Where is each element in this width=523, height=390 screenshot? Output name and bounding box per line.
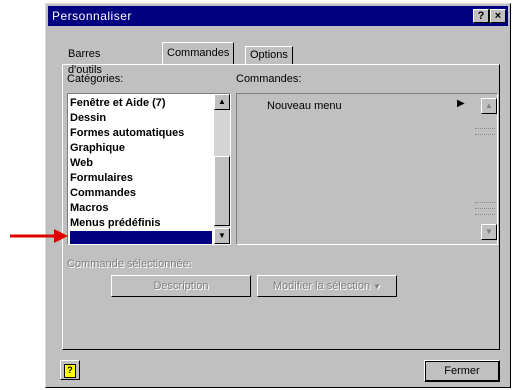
close-button[interactable]: Fermer <box>424 360 500 382</box>
scroll-up-icon[interactable]: ▲ <box>214 94 230 110</box>
help-assistant-button[interactable]: ? <box>60 360 80 380</box>
categories-label: Catégories: <box>67 73 124 85</box>
categories-scrollbar[interactable]: ▲ ▼ <box>214 94 230 244</box>
tab-commands[interactable]: Commandes <box>162 42 235 65</box>
divider <box>475 214 495 215</box>
commands-label: Commandes: <box>236 73 302 85</box>
categories-list[interactable]: Fenêtre et Aide (7) Dessin Formes automa… <box>67 93 231 245</box>
list-item[interactable]: Macros <box>70 201 109 216</box>
divider <box>475 128 495 129</box>
title-bar: Personnaliser ? × <box>48 6 508 26</box>
list-item[interactable]: Dessin <box>70 111 106 126</box>
list-item[interactable]: Menus prédéfinis <box>70 216 160 231</box>
list-item[interactable]: Fenêtre et Aide (7) <box>70 96 166 111</box>
divider <box>475 208 495 209</box>
list-item[interactable]: Formulaires <box>70 171 133 186</box>
submenu-arrow-icon: ▶ <box>457 98 465 109</box>
modify-selection-button[interactable]: Modifier la sélection ▼ <box>257 275 397 297</box>
scroll-down-icon[interactable]: ▼ <box>214 228 230 244</box>
list-item[interactable]: Formes automatiques <box>70 126 184 141</box>
list-item[interactable]: Commandes <box>70 186 136 201</box>
scroll-down-icon[interactable]: ▼ <box>481 224 497 240</box>
list-item[interactable]: Web <box>70 156 93 171</box>
close-icon[interactable]: × <box>490 9 506 23</box>
help-icon: ? <box>64 364 76 378</box>
tab-options[interactable]: Options <box>245 46 293 65</box>
list-item-selected[interactable]: Nouveau menu <box>70 231 212 244</box>
modify-selection-label: Modifier la sélection <box>272 280 371 292</box>
commands-scrollbar[interactable]: ▲ ▼ <box>481 94 497 244</box>
annotation-arrow-icon <box>10 229 68 243</box>
list-item[interactable]: Graphique <box>70 141 125 156</box>
command-item-new-menu[interactable]: Nouveau menu <box>267 100 342 112</box>
selected-command-label: Commande sélectionnée: <box>67 258 192 270</box>
scroll-up-icon[interactable]: ▲ <box>481 98 497 114</box>
scroll-thumb[interactable] <box>214 156 230 226</box>
tab-toolbars[interactable]: Barres d'outils <box>64 46 106 76</box>
commands-list[interactable]: Nouveau menu ▶ ▲ ▼ <box>236 93 498 245</box>
divider <box>475 134 495 135</box>
customize-dialog: Personnaliser ? × Barres d'outils Comman… <box>45 3 511 388</box>
description-button[interactable]: Description <box>111 275 251 297</box>
window-title: Personnaliser <box>52 9 132 23</box>
divider <box>475 202 495 203</box>
commands-panel: Catégories: Commandes: Fenêtre et Aide (… <box>62 64 500 350</box>
dropdown-arrow-icon: ▼ <box>373 282 382 291</box>
help-button[interactable]: ? <box>473 9 489 23</box>
